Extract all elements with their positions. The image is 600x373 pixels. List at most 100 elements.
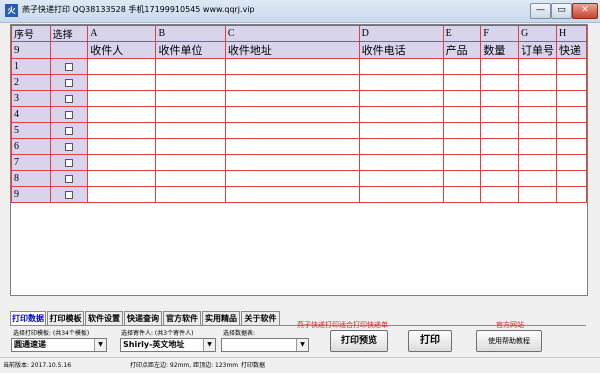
tab-print-data[interactable]: 打印数据 bbox=[10, 311, 46, 325]
table-cell[interactable] bbox=[518, 170, 558, 187]
datatable-select[interactable]: ▼ bbox=[221, 338, 309, 352]
field-product[interactable]: 产品 bbox=[442, 41, 482, 59]
table-cell[interactable] bbox=[87, 154, 157, 171]
row-checkbox[interactable] bbox=[64, 142, 73, 151]
table-cell[interactable] bbox=[480, 106, 520, 123]
row-checkbox[interactable] bbox=[64, 62, 73, 71]
tab-featured[interactable]: 实用精品 bbox=[202, 311, 240, 325]
field-recipient[interactable]: 收件人 bbox=[87, 41, 157, 59]
table-cell[interactable] bbox=[224, 154, 360, 171]
table-cell[interactable] bbox=[358, 58, 444, 75]
help-button[interactable]: 使用帮助教程 bbox=[476, 330, 542, 352]
table-cell[interactable] bbox=[87, 122, 157, 139]
table-cell[interactable] bbox=[155, 170, 226, 187]
table-cell[interactable] bbox=[224, 90, 360, 107]
field-company[interactable]: 收件单位 bbox=[155, 41, 226, 59]
table-cell[interactable] bbox=[556, 122, 587, 139]
print-preview-button[interactable]: 打印预览 bbox=[330, 330, 388, 352]
minimize-button[interactable]: — bbox=[530, 3, 551, 19]
table-cell[interactable] bbox=[87, 90, 157, 107]
table-cell[interactable] bbox=[518, 74, 558, 91]
table-cell[interactable] bbox=[358, 90, 444, 107]
chevron-down-icon[interactable]: ▼ bbox=[203, 339, 215, 351]
row-checkbox[interactable] bbox=[64, 110, 73, 119]
template-select[interactable]: 圆通速递 ▼ bbox=[11, 338, 107, 352]
table-cell[interactable] bbox=[87, 170, 157, 187]
table-cell[interactable] bbox=[556, 186, 587, 203]
table-cell[interactable] bbox=[442, 186, 482, 203]
row-checkbox[interactable] bbox=[64, 158, 73, 167]
table-cell[interactable] bbox=[556, 90, 587, 107]
table-cell[interactable] bbox=[480, 122, 520, 139]
table-cell[interactable] bbox=[155, 74, 226, 91]
table-cell[interactable] bbox=[358, 138, 444, 155]
field-address[interactable]: 收件地址 bbox=[224, 41, 360, 59]
maximize-button[interactable]: ▭ bbox=[551, 3, 572, 19]
official-site-link[interactable]: 官方网站 bbox=[496, 320, 524, 330]
tab-about[interactable]: 关于软件 bbox=[241, 311, 280, 325]
table-cell[interactable] bbox=[518, 106, 558, 123]
field-order-number[interactable]: 订单号 bbox=[518, 41, 558, 59]
table-cell[interactable] bbox=[556, 170, 587, 187]
table-cell[interactable] bbox=[358, 154, 444, 171]
table-cell[interactable] bbox=[518, 186, 558, 203]
table-cell[interactable] bbox=[556, 106, 587, 123]
table-cell[interactable] bbox=[556, 58, 587, 75]
chevron-down-icon[interactable]: ▼ bbox=[296, 339, 308, 351]
row-checkbox[interactable] bbox=[64, 190, 73, 199]
table-cell[interactable] bbox=[442, 106, 482, 123]
row-checkbox[interactable] bbox=[64, 174, 73, 183]
table-cell[interactable] bbox=[87, 186, 157, 203]
table-cell[interactable] bbox=[518, 154, 558, 171]
field-courier[interactable]: 快递 bbox=[556, 41, 587, 59]
row-checkbox[interactable] bbox=[64, 126, 73, 135]
tab-software-settings[interactable]: 软件设置 bbox=[85, 311, 123, 325]
table-cell[interactable] bbox=[224, 122, 360, 139]
table-cell[interactable] bbox=[358, 170, 444, 187]
table-cell[interactable] bbox=[480, 74, 520, 91]
table-cell[interactable] bbox=[155, 106, 226, 123]
table-cell[interactable] bbox=[442, 170, 482, 187]
table-cell[interactable] bbox=[155, 58, 226, 75]
table-cell[interactable] bbox=[556, 138, 587, 155]
table-cell[interactable] bbox=[224, 74, 360, 91]
tab-official-software[interactable]: 官方软件 bbox=[163, 311, 201, 325]
table-cell[interactable] bbox=[224, 138, 360, 155]
table-cell[interactable] bbox=[442, 138, 482, 155]
tab-print-template[interactable]: 打印模板 bbox=[47, 311, 84, 325]
table-cell[interactable] bbox=[518, 58, 558, 75]
table-cell[interactable] bbox=[442, 58, 482, 75]
tab-courier-query[interactable]: 快递查询 bbox=[124, 311, 162, 325]
table-cell[interactable] bbox=[87, 74, 157, 91]
table-cell[interactable] bbox=[358, 186, 444, 203]
table-cell[interactable] bbox=[480, 90, 520, 107]
table-cell[interactable] bbox=[155, 122, 226, 139]
table-cell[interactable] bbox=[87, 58, 157, 75]
table-cell[interactable] bbox=[442, 90, 482, 107]
table-cell[interactable] bbox=[556, 154, 587, 171]
table-cell[interactable] bbox=[155, 138, 226, 155]
field-quantity[interactable]: 数量 bbox=[480, 41, 520, 59]
table-cell[interactable] bbox=[442, 74, 482, 91]
table-cell[interactable] bbox=[442, 154, 482, 171]
table-cell[interactable] bbox=[442, 122, 482, 139]
row-checkbox[interactable] bbox=[64, 78, 73, 87]
table-cell[interactable] bbox=[480, 138, 520, 155]
row-checkbox[interactable] bbox=[64, 94, 73, 103]
table-cell[interactable] bbox=[480, 154, 520, 171]
table-cell[interactable] bbox=[358, 106, 444, 123]
table-cell[interactable] bbox=[518, 90, 558, 107]
chevron-down-icon[interactable]: ▼ bbox=[94, 339, 106, 351]
table-cell[interactable] bbox=[87, 106, 157, 123]
table-cell[interactable] bbox=[155, 186, 226, 203]
table-cell[interactable] bbox=[87, 138, 157, 155]
table-cell[interactable] bbox=[224, 106, 360, 123]
table-cell[interactable] bbox=[556, 74, 587, 91]
table-cell[interactable] bbox=[155, 90, 226, 107]
table-cell[interactable] bbox=[480, 186, 520, 203]
table-cell[interactable] bbox=[518, 138, 558, 155]
field-phone[interactable]: 收件电话 bbox=[358, 41, 444, 59]
print-button[interactable]: 打印 bbox=[408, 330, 452, 352]
data-grid[interactable]: 序号 选择 A B C D E F G H 9 收件人 收件单位 收件地址 收件… bbox=[10, 24, 588, 296]
sender-select[interactable]: Shirly-英文地址 ▼ bbox=[120, 338, 216, 352]
